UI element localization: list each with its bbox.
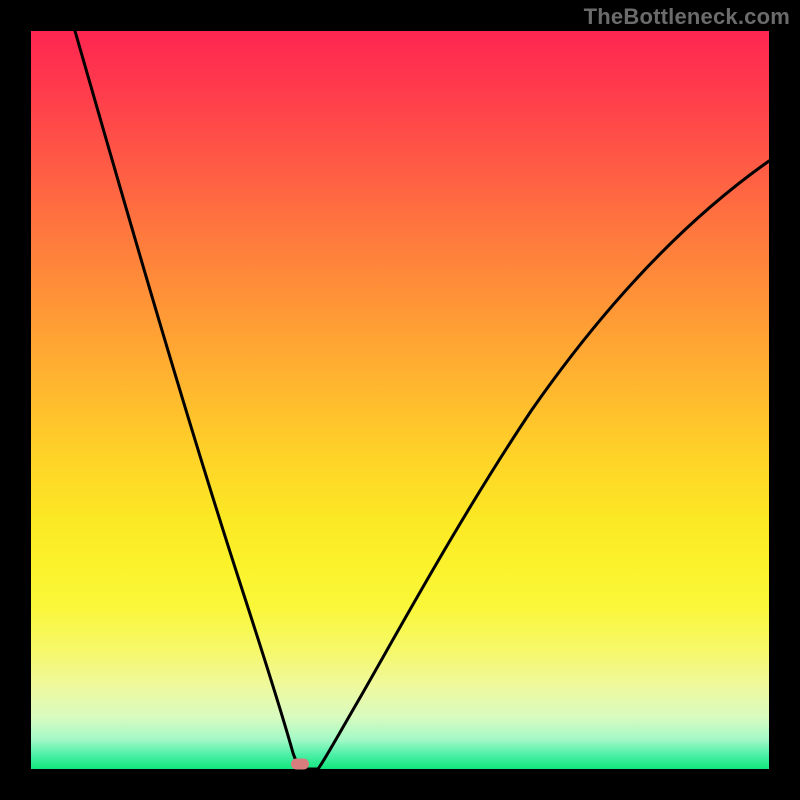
plot-area bbox=[31, 31, 769, 769]
bottleneck-curve-left bbox=[75, 31, 301, 769]
watermark-text: TheBottleneck.com bbox=[584, 4, 790, 30]
bottleneck-marker bbox=[291, 758, 309, 769]
curve-layer bbox=[31, 31, 769, 769]
bottleneck-curve-right bbox=[318, 161, 769, 769]
chart-frame: TheBottleneck.com bbox=[0, 0, 800, 800]
